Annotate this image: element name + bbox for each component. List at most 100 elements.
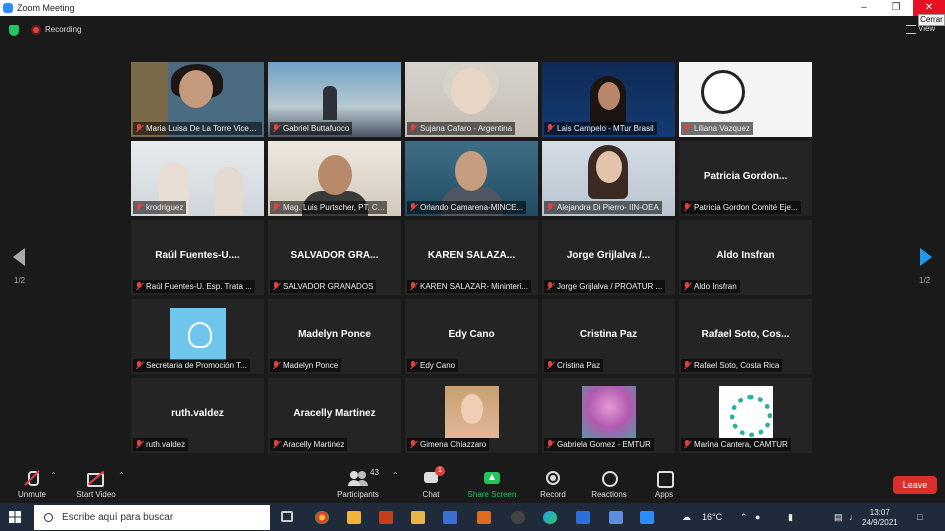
participant-tile[interactable]: Alejandra Di Pierro- IIN-OEA bbox=[542, 141, 675, 216]
participant-name-plate: krodriguez bbox=[133, 201, 187, 214]
participant-tile[interactable]: Gabriel Buttafuoco bbox=[268, 62, 401, 137]
participant-tile[interactable]: Maria Luisa De La Torre Vicente bbox=[131, 62, 264, 137]
record-button[interactable]: Record bbox=[523, 469, 583, 499]
participant-name: Cristina Paz bbox=[557, 361, 601, 370]
muted-mic-icon bbox=[546, 440, 554, 449]
volume-icon[interactable]: ♩ bbox=[849, 512, 858, 522]
participant-name: Sujana Cafaro - Argentina bbox=[420, 124, 513, 133]
participant-tile[interactable]: Secretaria de Promoción T... bbox=[131, 299, 264, 374]
chat-button[interactable]: 1 Chat bbox=[401, 466, 461, 499]
participant-name: Gabriel Buttafuoco bbox=[283, 124, 350, 133]
participant-name: Marina Cantera, CAMTUR bbox=[694, 440, 788, 449]
windows-start-icon[interactable] bbox=[9, 511, 21, 523]
meeting-topbar: Recording View bbox=[0, 16, 945, 44]
next-page-arrow-icon[interactable] bbox=[920, 248, 932, 266]
clock-time: 13:07 bbox=[869, 508, 890, 517]
reactions-button[interactable]: Reactions bbox=[579, 469, 639, 499]
participant-tile[interactable]: Gimena Chiazzaro bbox=[405, 378, 538, 453]
participant-name-plate: Orlando Camarena-MINCE... bbox=[407, 201, 527, 214]
participant-tile[interactable]: Patricia Gordon... Patricia Gordon Comité… bbox=[679, 141, 812, 216]
participant-display-name: Aldo Insfran bbox=[716, 250, 775, 261]
start-video-button[interactable]: Start Video bbox=[66, 469, 126, 499]
windows-taskbar: Escribe aquí para buscar ☁ 16°C ⌃ ● ▮ ▤ … bbox=[0, 503, 945, 531]
tray-mic-icon[interactable]: ▮ bbox=[788, 512, 793, 523]
participant-display-name: Aracelly Martinez bbox=[293, 408, 376, 419]
previous-page-arrow-icon[interactable] bbox=[13, 248, 25, 266]
view-grid-icon[interactable] bbox=[906, 25, 916, 34]
participant-tile[interactable]: Cristina Paz Cristina Paz bbox=[542, 299, 675, 374]
participant-tile[interactable]: ruth.valdez ruth.valdez bbox=[131, 378, 264, 453]
task-view-icon[interactable] bbox=[281, 511, 293, 522]
participant-tile[interactable]: Lais Campelo - MTur Brasil bbox=[542, 62, 675, 137]
participant-name: ruth.valdez bbox=[146, 440, 186, 449]
participant-name: Secretaria de Promoción T... bbox=[146, 361, 247, 370]
tray-chevron-icon[interactable]: ⌃ bbox=[740, 512, 748, 523]
muted-mic-icon bbox=[135, 203, 143, 212]
participant-tile[interactable]: Rafael Soto, Cos... Rafael Soto, Costa Ri… bbox=[679, 299, 812, 374]
store-icon[interactable] bbox=[443, 511, 457, 524]
folder-icon[interactable] bbox=[411, 511, 425, 524]
participant-tile[interactable]: KAREN SALAZA... KAREN SALAZAR- Mininteri.… bbox=[405, 220, 538, 295]
weather-icon[interactable]: ☁ bbox=[682, 512, 691, 523]
word-icon[interactable] bbox=[609, 511, 623, 524]
minimize-button[interactable]: – bbox=[848, 0, 880, 16]
video-content bbox=[179, 70, 213, 108]
participants-button[interactable]: 43 Participants bbox=[328, 468, 388, 499]
video-options-caret-icon[interactable]: ⌃ bbox=[118, 471, 125, 480]
participant-tile[interactable]: Madelyn Ponce Madelyn Ponce bbox=[268, 299, 401, 374]
chrome-icon[interactable] bbox=[315, 511, 329, 524]
clock-date: 24/9/2021 bbox=[862, 518, 898, 527]
participant-tile[interactable]: Aldo Insfran Aldo Insfran bbox=[679, 220, 812, 295]
share-screen-button[interactable]: Share Screen bbox=[462, 469, 522, 499]
participant-name-plate: Gabriela Gomez - EMTUR bbox=[544, 438, 654, 451]
participant-tile[interactable]: Jorge Grijlalva /... Jorge Grijlalva / PR… bbox=[542, 220, 675, 295]
apps-icon bbox=[654, 469, 674, 488]
audio-options-caret-icon[interactable]: ⌃ bbox=[50, 471, 57, 480]
edge-icon[interactable] bbox=[543, 511, 557, 524]
participant-tile[interactable]: Edy Cano Edy Cano bbox=[405, 299, 538, 374]
participant-tile[interactable]: Liliana Vazquez bbox=[679, 62, 812, 137]
security-shield-icon[interactable] bbox=[9, 25, 19, 36]
video-content bbox=[451, 68, 491, 114]
tray-app-icon[interactable]: ● bbox=[755, 512, 760, 522]
window-title: Zoom Meeting bbox=[17, 3, 75, 13]
share-screen-icon bbox=[482, 469, 502, 487]
participant-tile[interactable]: Gabriela Gomez - EMTUR bbox=[542, 378, 675, 453]
participant-tile[interactable]: Mag. Luis Purtscher, PT. C... bbox=[268, 141, 401, 216]
video-content bbox=[215, 167, 243, 215]
participants-caret-icon[interactable]: ⌃ bbox=[392, 471, 399, 480]
participant-name: krodriguez bbox=[146, 203, 184, 212]
participant-name-plate: Edy Cano bbox=[407, 359, 459, 372]
participant-tile[interactable]: krodriguez bbox=[131, 141, 264, 216]
participant-name: Gabriela Gomez - EMTUR bbox=[557, 440, 651, 449]
participant-tile[interactable]: Sujana Cafaro - Argentina bbox=[405, 62, 538, 137]
participant-tile[interactable]: Marina Cantera, CAMTUR bbox=[679, 378, 812, 453]
taskbar-clock[interactable]: 13:07 24/9/2021 bbox=[862, 508, 898, 528]
zoom-taskbar-icon[interactable] bbox=[640, 511, 654, 524]
network-icon[interactable]: ▤ bbox=[834, 512, 843, 523]
video-content bbox=[582, 386, 636, 438]
maximize-button[interactable]: ❐ bbox=[880, 0, 912, 16]
participant-tile[interactable]: Orlando Camarena-MINCE... bbox=[405, 141, 538, 216]
file-explorer-icon[interactable] bbox=[347, 511, 361, 524]
apps-button[interactable]: Apps bbox=[634, 469, 694, 499]
zoom-app-icon bbox=[3, 3, 13, 13]
media-player-icon[interactable] bbox=[477, 511, 491, 524]
app-icon[interactable] bbox=[511, 511, 525, 524]
search-icon bbox=[44, 513, 53, 522]
leave-button[interactable]: Leave bbox=[893, 476, 937, 494]
participant-display-name: SALVADOR GRA... bbox=[290, 250, 379, 261]
mail-icon[interactable] bbox=[576, 511, 590, 524]
office-app-icon[interactable] bbox=[379, 511, 393, 524]
muted-mic-icon bbox=[272, 124, 280, 133]
participant-tile[interactable]: Raúl Fuentes-U.... Raúl Fuentes-U. Esp. T… bbox=[131, 220, 264, 295]
participant-tile[interactable]: Aracelly Martinez Aracelly Martinez bbox=[268, 378, 401, 453]
reactions-icon bbox=[599, 469, 619, 487]
taskbar-search-box[interactable]: Escribe aquí para buscar bbox=[34, 505, 270, 530]
video-content bbox=[445, 386, 499, 438]
participant-display-name: Cristina Paz bbox=[579, 329, 638, 340]
notifications-icon[interactable]: □ bbox=[917, 512, 922, 522]
participant-name-plate: Marina Cantera, CAMTUR bbox=[681, 438, 791, 451]
video-content bbox=[455, 151, 487, 191]
participant-tile[interactable]: SALVADOR GRA... SALVADOR GRANADOS bbox=[268, 220, 401, 295]
